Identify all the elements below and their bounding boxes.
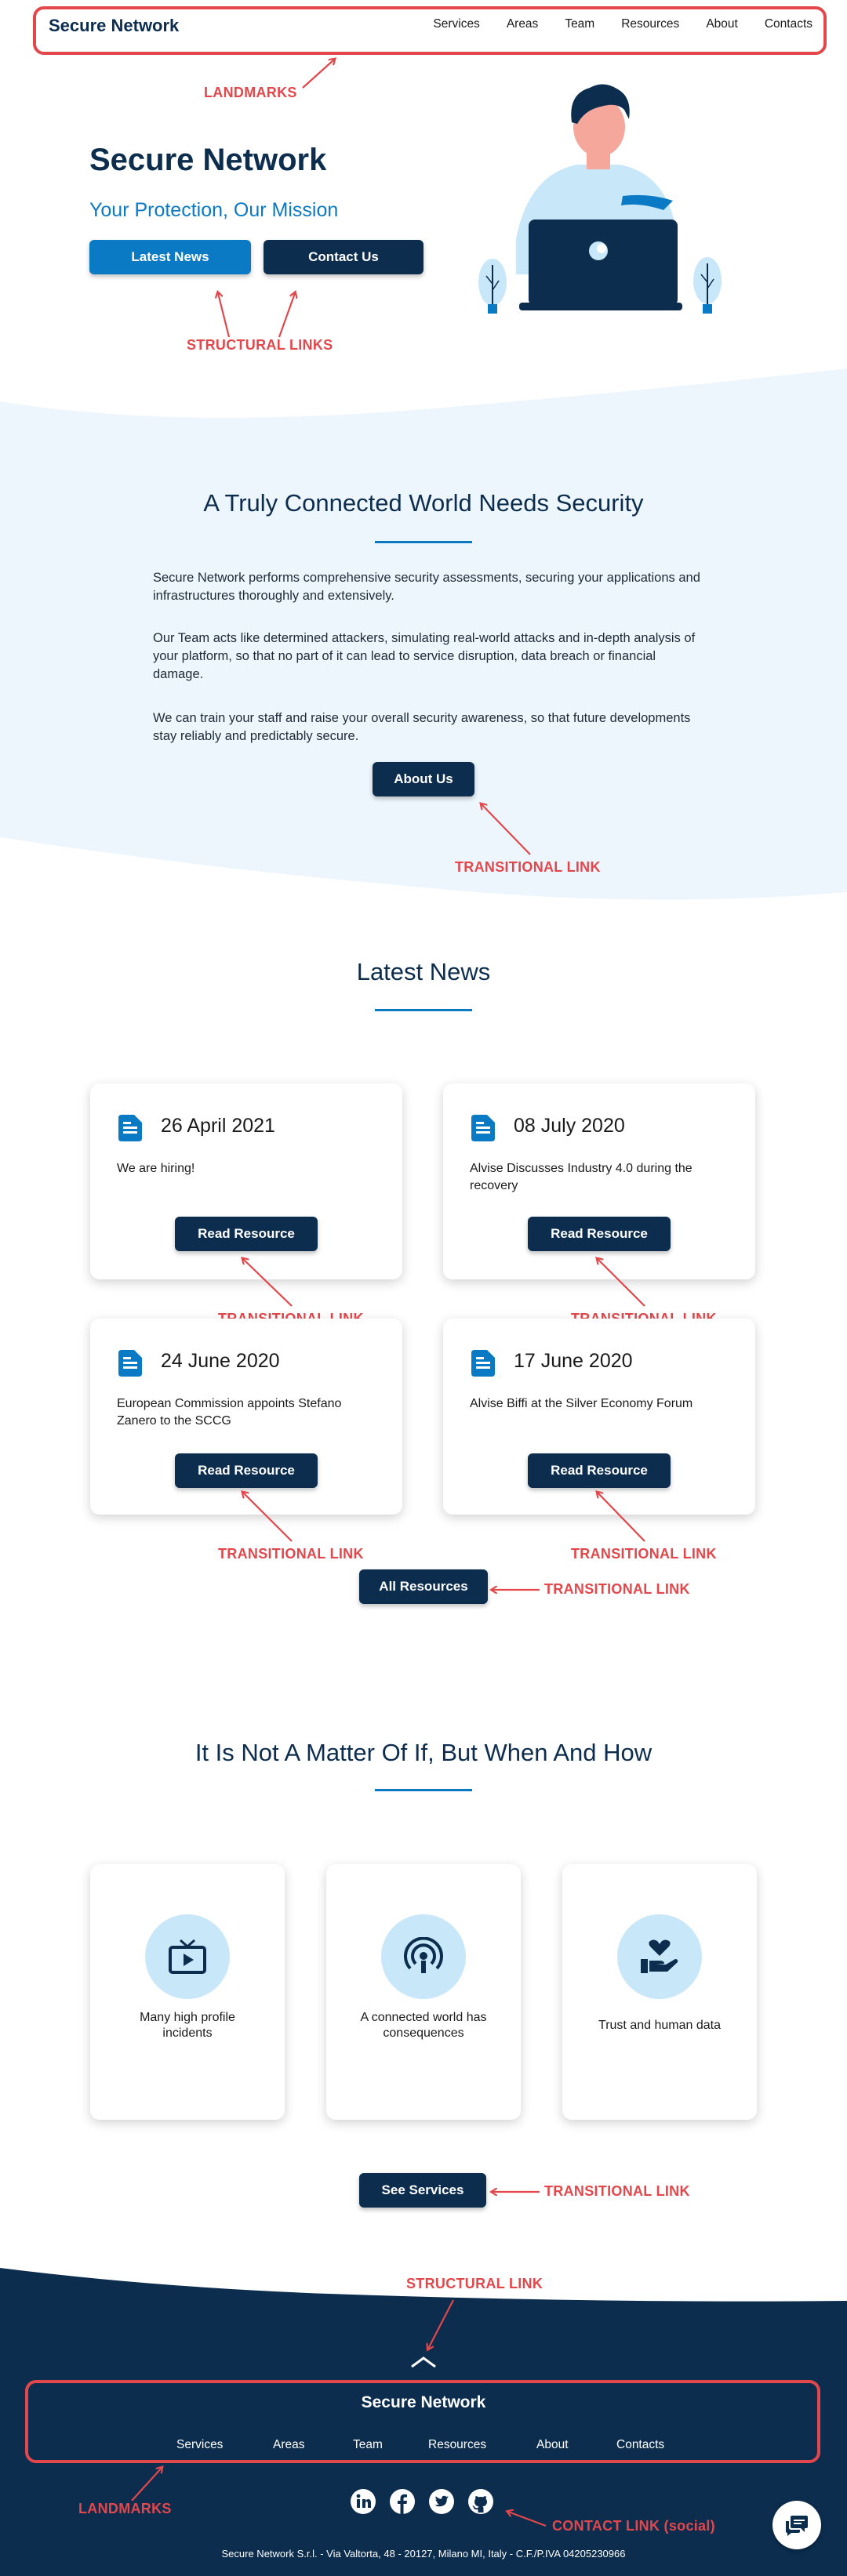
annotation-transitional-all: TRANSITIONAL LINK <box>544 1581 690 1597</box>
annotation-structural-link: STRUCTURAL LINK <box>406 2276 543 2291</box>
news-date: 26 April 2021 <box>161 1115 275 1137</box>
hero-title: Secure Network <box>89 143 327 177</box>
news-title-rule <box>375 1009 472 1011</box>
news-text: Alvise Discusses Industry 4.0 during the… <box>470 1162 693 1192</box>
annotation-transitional-news-4: TRANSITIONAL LINK <box>571 1546 717 1562</box>
footer-legal: Secure Network S.r.l. - Via Valtorta, 48… <box>221 2548 626 2560</box>
document-icon <box>471 1115 495 1141</box>
feature-icon-circle <box>145 1914 230 1999</box>
document-icon <box>118 1350 142 1377</box>
read-resource-button[interactable]: Read Resource <box>528 1217 671 1251</box>
see-services-button[interactable]: See Services <box>359 2173 486 2208</box>
feature-caption: Many high profile incidents <box>140 2011 235 2040</box>
about-us-button[interactable]: About Us <box>373 762 474 796</box>
feature-card-3: Trust and human data <box>562 1864 757 2120</box>
read-resource-button[interactable]: Read Resource <box>175 1217 318 1251</box>
footer-nav-resources[interactable]: Resources <box>428 2438 486 2452</box>
how-title-rule <box>375 1789 472 1791</box>
chat-bubble-icon <box>786 2516 808 2536</box>
footer-nav-contacts[interactable]: Contacts <box>616 2438 664 2452</box>
news-card-2: 08 July 2020 Alvise Discusses Industry 4… <box>443 1083 755 1279</box>
news-date: 08 July 2020 <box>514 1115 625 1137</box>
annotation-transitional-news-3: TRANSITIONAL LINK <box>218 1546 364 1562</box>
document-icon <box>471 1350 495 1377</box>
feature-card-1: Many high profile incidents <box>90 1864 285 2120</box>
feature-icon-circle <box>381 1914 466 1999</box>
chat-button[interactable] <box>772 2501 821 2549</box>
linkedin-icon[interactable] <box>350 2488 376 2515</box>
security-paragraph-3: We can train your staff and raise your o… <box>153 711 691 743</box>
news-card-3: 24 June 2020 European Commission appoint… <box>90 1319 402 1515</box>
footer-nav-team[interactable]: Team <box>353 2438 383 2452</box>
footer-brand[interactable]: Secure Network <box>0 2393 847 2412</box>
feature-caption: Trust and human data <box>598 2019 721 2032</box>
hand-heart-icon <box>641 1939 678 1973</box>
hero-illustration <box>478 84 722 314</box>
all-resources-button[interactable]: All Resources <box>359 1569 488 1604</box>
news-text: European Commission appoints Stefano Zan… <box>117 1397 342 1428</box>
back-to-top-chevron-icon[interactable] <box>409 2355 438 2369</box>
hero-subtitle: Your Protection, Our Mission <box>89 199 339 221</box>
landmark-box-footer <box>25 2380 820 2463</box>
security-paragraph-2: Our Team acts like determined attackers,… <box>153 631 696 681</box>
news-date: 17 June 2020 <box>514 1350 633 1372</box>
read-resource-button[interactable]: Read Resource <box>528 1453 671 1488</box>
news-text: Alvise Biffi at the Silver Economy Forum <box>470 1397 693 1410</box>
security-title: A Truly Connected World Needs Security <box>203 489 644 517</box>
twitter-icon[interactable] <box>428 2488 455 2515</box>
news-card-1: 26 April 2021 We are hiring! Read Resour… <box>90 1083 402 1279</box>
person-figure <box>516 84 682 310</box>
footer-nav-areas[interactable]: Areas <box>273 2438 305 2452</box>
news-text: We are hiring! <box>117 1162 195 1175</box>
landmark-box-header <box>33 6 827 55</box>
document-icon <box>118 1115 142 1141</box>
security-title-rule <box>375 541 472 543</box>
feature-card-2: A connected world has consequences <box>326 1864 521 2120</box>
footer-nav-services[interactable]: Services <box>176 2438 223 2452</box>
plant-left-icon <box>478 259 507 314</box>
podcast-signal-icon <box>404 1937 443 1973</box>
latest-news-button[interactable]: Latest News <box>89 240 251 274</box>
annotation-landmarks-bottom: LANDMARKS <box>78 2501 172 2516</box>
feature-caption: A connected world has consequences <box>360 2011 487 2040</box>
news-card-4: 17 June 2020 Alvise Biffi at the Silver … <box>443 1319 755 1515</box>
security-paragraph-1: Secure Network performs comprehensive se… <box>153 571 700 603</box>
github-icon[interactable] <box>467 2488 494 2515</box>
feature-icon-circle <box>617 1914 702 1999</box>
annotation-landmarks-top: LANDMARKS <box>204 85 297 100</box>
annotation-transitional-services: TRANSITIONAL LINK <box>544 2183 690 2199</box>
tv-play-icon <box>169 1939 206 1974</box>
news-title: Latest News <box>356 958 491 985</box>
facebook-icon[interactable] <box>389 2488 416 2515</box>
annotation-transitional-about: TRANSITIONAL LINK <box>455 859 601 875</box>
annotation-contact-link: CONTACT LINK (social) <box>552 2518 715 2534</box>
annotation-structural-links: STRUCTURAL LINKS <box>187 337 333 353</box>
news-date: 24 June 2020 <box>161 1350 280 1372</box>
read-resource-button[interactable]: Read Resource <box>175 1453 318 1488</box>
footer-nav-about[interactable]: About <box>536 2438 569 2452</box>
how-title: It Is Not A Matter Of If, But When And H… <box>194 1739 653 1766</box>
contact-us-button[interactable]: Contact Us <box>264 240 424 274</box>
plant-right-icon <box>693 257 722 314</box>
